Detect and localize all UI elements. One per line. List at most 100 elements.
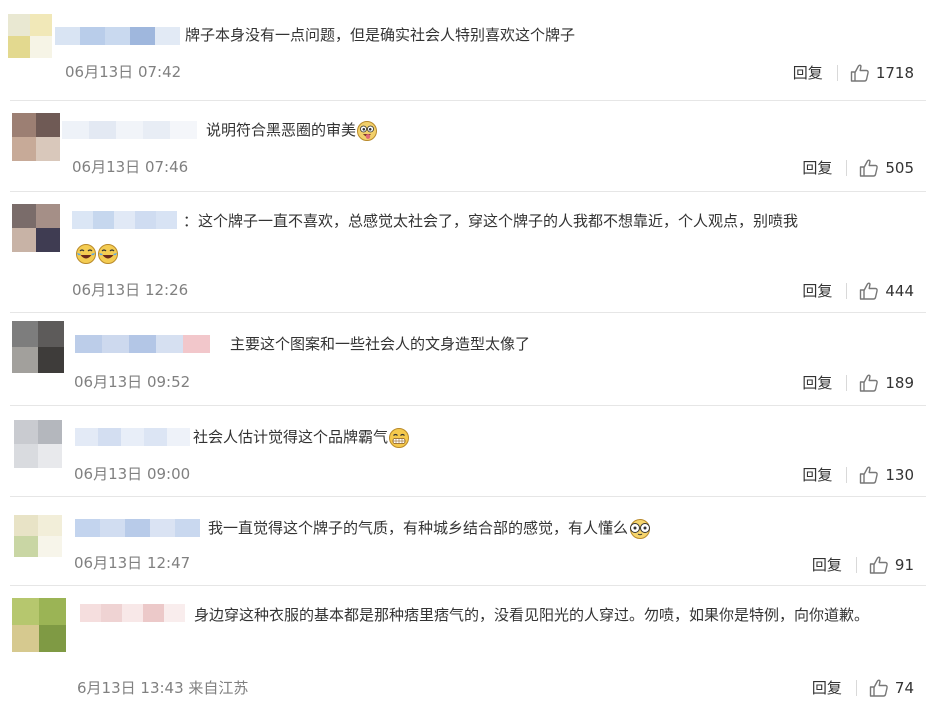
- avatar-pixel: [38, 444, 62, 468]
- username-pixel: [105, 27, 130, 45]
- avatar-pixel: [36, 204, 60, 228]
- avatar-pixel: [38, 420, 62, 444]
- divider: [846, 466, 848, 483]
- comment-item: ：这个牌子一直不喜欢，总感觉太社会了，穿这个牌子的人我都不想靠近，个人观点，别喷…: [0, 192, 926, 312]
- comment-actions: 回复 444: [802, 280, 914, 301]
- avatar-pixel: [14, 420, 38, 444]
- thumbs-up-icon: [859, 466, 882, 484]
- username-pixel: [72, 211, 93, 229]
- avatar-pixel: [14, 536, 38, 557]
- comment-actions: 回复 91: [812, 554, 914, 575]
- reply-button[interactable]: 回复: [793, 62, 823, 83]
- username[interactable]: [75, 519, 200, 537]
- laugh-cry-emoji: [97, 243, 119, 265]
- comment-actions: 回复 189: [802, 372, 914, 393]
- comment-text: 身边穿这种衣服的基本都是那种痞里痞气的，没看见阳光的人穿过。勿喷，如果你是特例，…: [194, 606, 870, 624]
- like-button[interactable]: 74: [869, 679, 914, 697]
- comment-timestamp: 06月13日 12:47: [74, 554, 191, 572]
- username[interactable]: [72, 211, 177, 229]
- comment-item: 我一直觉得这个牌子的气质，有种城乡结合部的感觉，有人懂么 06月13日 12:4…: [0, 497, 926, 585]
- username-pixel: [75, 335, 102, 353]
- avatar[interactable]: [14, 515, 62, 557]
- reply-button[interactable]: 回复: [802, 464, 832, 485]
- username-pixel: [143, 121, 170, 139]
- username[interactable]: [62, 121, 197, 139]
- avatar[interactable]: [12, 113, 60, 161]
- comment-emoji-line: [75, 238, 119, 268]
- comment-timestamp: 06月13日 07:42: [65, 63, 182, 81]
- avatar-pixel: [39, 598, 66, 625]
- avatar-pixel: [14, 444, 38, 468]
- username-pixel: [129, 335, 156, 353]
- avatar-pixel: [12, 113, 36, 137]
- username[interactable]: [55, 27, 180, 45]
- comment-actions: 回复 130: [802, 464, 914, 485]
- avatar-pixel: [12, 204, 36, 228]
- divider: [836, 64, 838, 81]
- divider: [855, 556, 857, 573]
- thumbs-up-icon: [850, 64, 873, 82]
- username-pixel: [144, 428, 167, 446]
- like-button[interactable]: 91: [869, 556, 914, 574]
- username-pixel: [75, 428, 98, 446]
- comment-actions: 回复 74: [812, 677, 914, 698]
- avatar-pixel: [39, 625, 66, 652]
- comment-item: 身边穿这种衣服的基本都是那种痞里痞气的，没看见阳光的人穿过。勿喷，如果你是特例，…: [0, 586, 926, 704]
- avatar-pixel: [12, 598, 39, 625]
- username-pixel: [170, 121, 197, 139]
- avatar[interactable]: [12, 598, 66, 652]
- reply-button[interactable]: 回复: [802, 280, 832, 301]
- thumbs-up-icon: [859, 159, 882, 177]
- like-count: 505: [885, 158, 914, 177]
- username-pixel: [156, 211, 177, 229]
- comment-item: 主要这个图案和一些社会人的文身造型太像了 06月13日 09:52 回复 189: [0, 313, 926, 405]
- username-pixel: [121, 428, 144, 446]
- thumbs-up-icon: [869, 679, 892, 697]
- username-pixel: [125, 519, 150, 537]
- comment-item: 牌子本身没有一点问题，但是确实社会人特别喜欢这个牌子 06月13日 07:42 …: [0, 0, 926, 100]
- avatar-pixel: [12, 321, 38, 347]
- username-pixel: [167, 428, 190, 446]
- reply-button[interactable]: 回复: [812, 677, 842, 698]
- avatar-pixel: [30, 14, 52, 36]
- like-button[interactable]: 444: [859, 282, 914, 300]
- username-pixel: [135, 211, 156, 229]
- comment-item: 说明符合黑恶圈的审美 06月13日 07:46 回复 505: [0, 101, 926, 191]
- reply-button[interactable]: 回复: [802, 372, 832, 393]
- avatar-pixel: [36, 228, 60, 252]
- comment-text: 牌子本身没有一点问题，但是确实社会人特别喜欢这个牌子: [185, 26, 576, 44]
- like-button[interactable]: 505: [859, 159, 914, 177]
- comment-text: 主要这个图案和一些社会人的文身造型太像了: [230, 335, 531, 353]
- username-pixel: [62, 121, 89, 139]
- comment-actions: 回复 505: [802, 157, 914, 178]
- like-count: 74: [894, 678, 914, 697]
- username-pixel: [55, 27, 80, 45]
- avatar-pixel: [12, 347, 38, 373]
- avatar[interactable]: [12, 321, 64, 373]
- like-count: 1718: [875, 63, 914, 82]
- comment-item: 社会人估计觉得这个品牌霸气 06月13日 09:00 回复 130: [0, 406, 926, 496]
- username[interactable]: [75, 335, 210, 353]
- avatar-pixel: [36, 113, 60, 137]
- like-button[interactable]: 1718: [850, 64, 914, 82]
- reply-button[interactable]: 回复: [812, 554, 842, 575]
- glasses-emoji: [628, 518, 651, 540]
- avatar[interactable]: [8, 14, 52, 58]
- username-pixel: [100, 519, 125, 537]
- avatar[interactable]: [12, 204, 60, 252]
- divider: [846, 374, 848, 391]
- grin-emoji: [388, 427, 410, 449]
- divider: [846, 159, 848, 176]
- avatar[interactable]: [14, 420, 62, 468]
- reply-button[interactable]: 回复: [802, 157, 832, 178]
- username-pixel: [98, 428, 121, 446]
- username-pixel: [89, 121, 116, 139]
- username[interactable]: [75, 428, 190, 446]
- like-count: 444: [885, 281, 914, 300]
- comment-timestamp: 06月13日 09:00: [74, 465, 191, 483]
- like-count: 130: [885, 465, 914, 484]
- like-button[interactable]: 130: [859, 466, 914, 484]
- like-button[interactable]: 189: [859, 374, 914, 392]
- comment-list: 牌子本身没有一点问题，但是确实社会人特别喜欢这个牌子 06月13日 07:42 …: [0, 0, 926, 704]
- comment-actions: 回复 1718: [793, 62, 914, 83]
